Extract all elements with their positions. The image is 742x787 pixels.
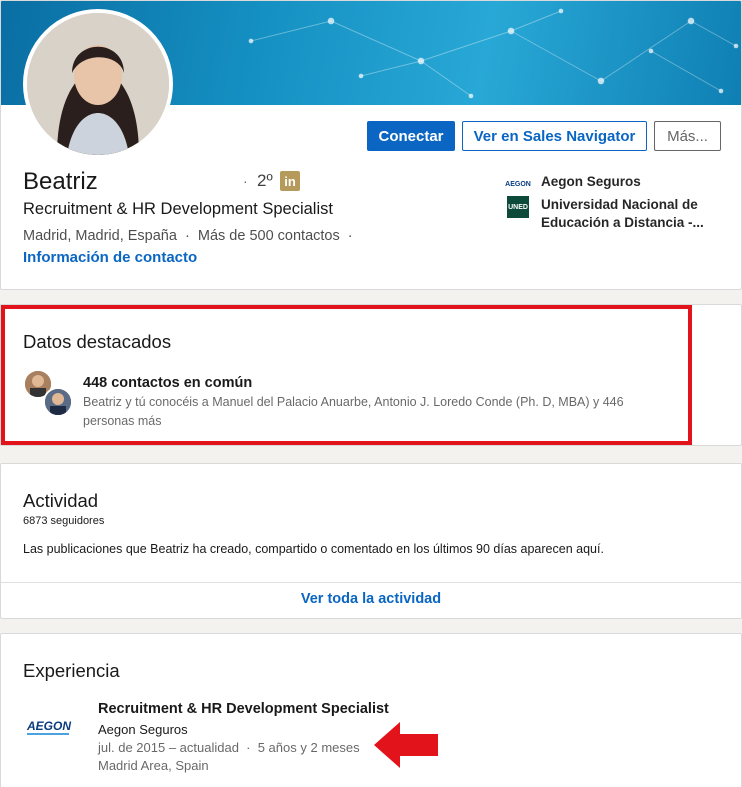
name-separator: · xyxy=(243,173,248,189)
connection-degree: 2º xyxy=(257,171,273,190)
profile-name: Beatriz xyxy=(23,168,98,195)
profile-top-card: Conectar Ver en Sales Navigator Más... B… xyxy=(0,0,742,290)
uned-logo-icon: UNED xyxy=(507,196,529,218)
org-education[interactable]: UNED Universidad Nacional de Educación a… xyxy=(507,196,716,232)
aegon-logo-icon[interactable]: AEGON xyxy=(25,714,73,740)
experience-company: Aegon Seguros xyxy=(98,722,188,737)
connect-button[interactable]: Conectar xyxy=(367,121,455,151)
activity-description: Las publicaciones que Beatriz ha creado,… xyxy=(23,542,604,556)
mutual-connections-desc: Beatriz y tú conocéis a Manuel del Palac… xyxy=(83,395,624,428)
highlights-title: Datos destacados xyxy=(23,331,172,352)
annotation-arrow-icon xyxy=(374,722,438,768)
org-name: Aegon Seguros xyxy=(541,174,641,189)
profile-location: Madrid, Madrid, España · Más de 500 cont… xyxy=(23,228,353,244)
activity-card: Actividad 6873 seguidores Las publicacio… xyxy=(0,463,742,619)
profile-avatar[interactable] xyxy=(23,9,173,159)
mutual-avatar-2[interactable] xyxy=(43,387,73,417)
experience-title: Experiencia xyxy=(23,660,120,681)
contact-info-link[interactable]: Información de contacto xyxy=(23,249,197,266)
aegon-logo-text: AEGON xyxy=(26,719,71,733)
experience-card: Experiencia AEGON Recruitment & HR Devel… xyxy=(0,633,742,787)
see-all-activity-link[interactable]: Ver toda la actividad xyxy=(1,591,741,607)
org-current-company[interactable]: AEGON Aegon Seguros xyxy=(505,173,716,195)
followers-count: 6873 seguidores xyxy=(23,515,105,527)
sales-navigator-button[interactable]: Ver en Sales Navigator xyxy=(462,121,647,151)
mutual-connections-title[interactable]: 448 contactos en común xyxy=(83,375,252,391)
more-button[interactable]: Más... xyxy=(654,121,721,151)
experience-dates: jul. de 2015 – actualidad · 5 años y 2 m… xyxy=(98,740,360,755)
activity-title: Actividad xyxy=(23,490,99,511)
org-name: Universidad Nacional de Educación a Dist… xyxy=(541,197,704,230)
experience-location: Madrid Area, Spain xyxy=(98,758,209,773)
aegon-logo-icon: AEGON xyxy=(505,180,531,188)
profile-headline: Recruitment & HR Development Specialist xyxy=(23,200,333,218)
experience-role[interactable]: Recruitment & HR Development Specialist xyxy=(98,701,389,717)
highlights-card: Datos destacados 448 contactos en común … xyxy=(0,304,742,446)
linkedin-premium-icon: in xyxy=(280,171,300,191)
divider xyxy=(1,582,741,583)
